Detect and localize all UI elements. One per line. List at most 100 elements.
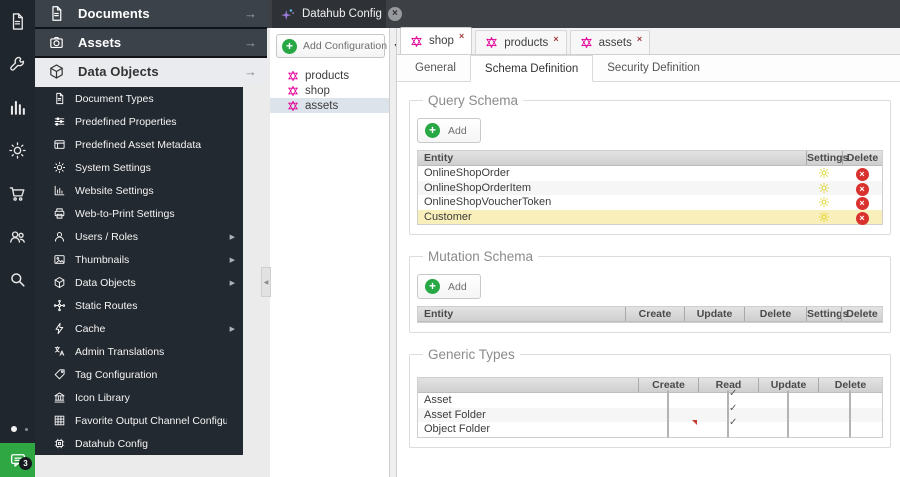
- menu-item-datahub-config[interactable]: Datahub Config: [35, 432, 243, 455]
- tab-products[interactable]: products: [475, 30, 567, 54]
- image-icon: [53, 253, 66, 266]
- schema-definition-content: Query Schema Add Entity Settings Delete …: [397, 82, 900, 448]
- menu-item-cache[interactable]: Cache: [35, 317, 243, 340]
- menu-section-documents[interactable]: Documents →: [35, 0, 267, 27]
- menu-section-label: Data Objects: [78, 64, 159, 79]
- chevron-right-icon: [227, 279, 235, 287]
- graphql-icon: [485, 36, 498, 49]
- checkbox-create[interactable]: [667, 419, 669, 439]
- checkbox-delete[interactable]: [849, 419, 851, 439]
- menu-item-thumbnails[interactable]: Thumbnails: [35, 248, 243, 271]
- query-schema-add-button[interactable]: Add: [417, 118, 481, 143]
- column-header-delete[interactable]: Delete: [744, 307, 806, 321]
- file-icon: [8, 12, 27, 31]
- settings-gear-icon[interactable]: [818, 182, 830, 194]
- menu-item-predefined-properties[interactable]: Predefined Properties: [35, 110, 243, 133]
- bolt-icon: [53, 322, 66, 335]
- column-header-create[interactable]: Create: [625, 307, 684, 321]
- column-header-settings[interactable]: Settings: [806, 307, 848, 321]
- definition-subtabs: General Schema Definition Security Defin…: [397, 55, 900, 82]
- route-icon: [53, 299, 66, 312]
- tab-shop[interactable]: shop: [400, 27, 473, 54]
- close-icon[interactable]: [387, 7, 402, 21]
- config-tabstrip: shop products assets: [397, 27, 900, 55]
- column-header-update[interactable]: Update: [684, 307, 744, 321]
- menu-item-favorite-output-channel-configurations[interactable]: Favorite Output Channel Configurations: [35, 409, 243, 432]
- tree-item-assets[interactable]: assets: [270, 98, 389, 113]
- iconbar-ecommerce-button[interactable]: [0, 172, 35, 215]
- graphql-icon: [287, 70, 299, 82]
- mutation-schema-add-button[interactable]: Add: [417, 274, 481, 299]
- iconbar-customers-button[interactable]: [0, 215, 35, 258]
- main-menu: Documents → Assets → Data Objects → Docu…: [35, 0, 267, 455]
- arrow-right-icon: →: [244, 6, 257, 21]
- tree-item-shop[interactable]: shop: [270, 83, 389, 98]
- subtab-general[interactable]: General: [401, 55, 470, 81]
- checkbox-update[interactable]: [787, 419, 789, 439]
- menu-section-label: Assets: [78, 35, 122, 50]
- menu-item-system-settings[interactable]: System Settings: [35, 156, 243, 179]
- menu-item-admin-translations[interactable]: Admin Translations: [35, 340, 243, 363]
- menu-item-document-types[interactable]: Document Types: [35, 87, 243, 110]
- column-header-entity[interactable]: Entity: [418, 307, 625, 321]
- query-schema-table: Entity Settings Delete OnlineShopOrder O…: [417, 150, 883, 225]
- mutation-schema-legend: Mutation Schema: [428, 249, 534, 264]
- settings-gear-icon[interactable]: [818, 211, 830, 223]
- chart-icon: [53, 184, 66, 197]
- checkbox-read[interactable]: [727, 419, 729, 439]
- iconbar-reports-button[interactable]: [0, 86, 35, 129]
- subtab-security-definition[interactable]: Security Definition: [593, 55, 714, 81]
- iconbar-settings-button[interactable]: [0, 129, 35, 172]
- user-icon: [53, 230, 66, 243]
- menu-item-website-settings[interactable]: Website Settings: [35, 179, 243, 202]
- chevron-right-icon: [227, 256, 235, 264]
- tab-assets[interactable]: assets: [569, 30, 651, 54]
- add-configuration-button[interactable]: Add Configuration: [276, 34, 387, 58]
- close-icon[interactable]: [459, 28, 464, 41]
- menu-item-static-routes[interactable]: Static Routes: [35, 294, 243, 317]
- bank-icon: [53, 391, 66, 404]
- menu-item-users-roles[interactable]: Users / Roles: [35, 225, 243, 248]
- menu-item-web-to-print-settings[interactable]: Web-to-Print Settings: [35, 202, 243, 225]
- iconbar-search-button[interactable]: [0, 258, 35, 301]
- panel-collapse-handle[interactable]: [261, 267, 271, 297]
- column-header-entity[interactable]: Entity: [418, 151, 806, 165]
- status-dot-secondary: [25, 428, 28, 431]
- subtab-schema-definition[interactable]: Schema Definition: [469, 55, 594, 82]
- menu-item-tag-configuration[interactable]: Tag Configuration: [35, 363, 243, 386]
- iconbar-documents-button[interactable]: [0, 0, 35, 43]
- menu-section-data-objects[interactable]: Data Objects →: [35, 58, 267, 85]
- arrow-right-icon: →: [244, 64, 257, 79]
- printer-icon: [53, 207, 66, 220]
- menu-section-assets[interactable]: Assets →: [35, 29, 267, 56]
- column-header-delete[interactable]: Delete: [841, 307, 882, 321]
- datahub-config-tree-panel: Add Configuration products shop assets: [270, 28, 390, 477]
- menu-item-icon-library[interactable]: Icon Library: [35, 386, 243, 409]
- tag-icon: [53, 368, 66, 381]
- menu-item-predefined-asset-metadata[interactable]: Predefined Asset Metadata: [35, 133, 243, 156]
- iconbar-tools-button[interactable]: [0, 43, 35, 86]
- chip-icon: [53, 437, 66, 450]
- delete-icon[interactable]: [855, 211, 869, 225]
- config-editor-panel: shop products assets General Schema Defi…: [396, 27, 900, 477]
- settings-gear-icon[interactable]: [818, 196, 830, 208]
- table-row-highlighted[interactable]: Customer: [418, 209, 882, 225]
- gear-icon: [8, 141, 27, 160]
- tree-item-products[interactable]: products: [270, 68, 389, 83]
- close-icon[interactable]: [637, 31, 642, 44]
- settings-gear-icon[interactable]: [818, 167, 830, 179]
- translate-icon: [53, 345, 66, 358]
- graphql-icon: [410, 35, 423, 48]
- close-icon[interactable]: [553, 31, 558, 44]
- file-icon: [53, 92, 66, 105]
- notifications-button[interactable]: 3: [0, 443, 35, 477]
- column-header-blank: [418, 378, 638, 392]
- plus-circle-icon: [282, 38, 297, 54]
- column-header-settings[interactable]: Settings: [806, 151, 848, 165]
- menu-item-data-objects[interactable]: Data Objects: [35, 271, 243, 294]
- add-configuration-label: Add Configuration: [303, 40, 388, 52]
- mutation-schema-fieldset: Mutation Schema Add Entity Create Update…: [409, 249, 891, 333]
- workspace-tab-datahub-config[interactable]: Datahub Config: [272, 0, 402, 28]
- wrench-icon: [8, 55, 27, 74]
- column-header-delete[interactable]: Delete: [842, 151, 882, 165]
